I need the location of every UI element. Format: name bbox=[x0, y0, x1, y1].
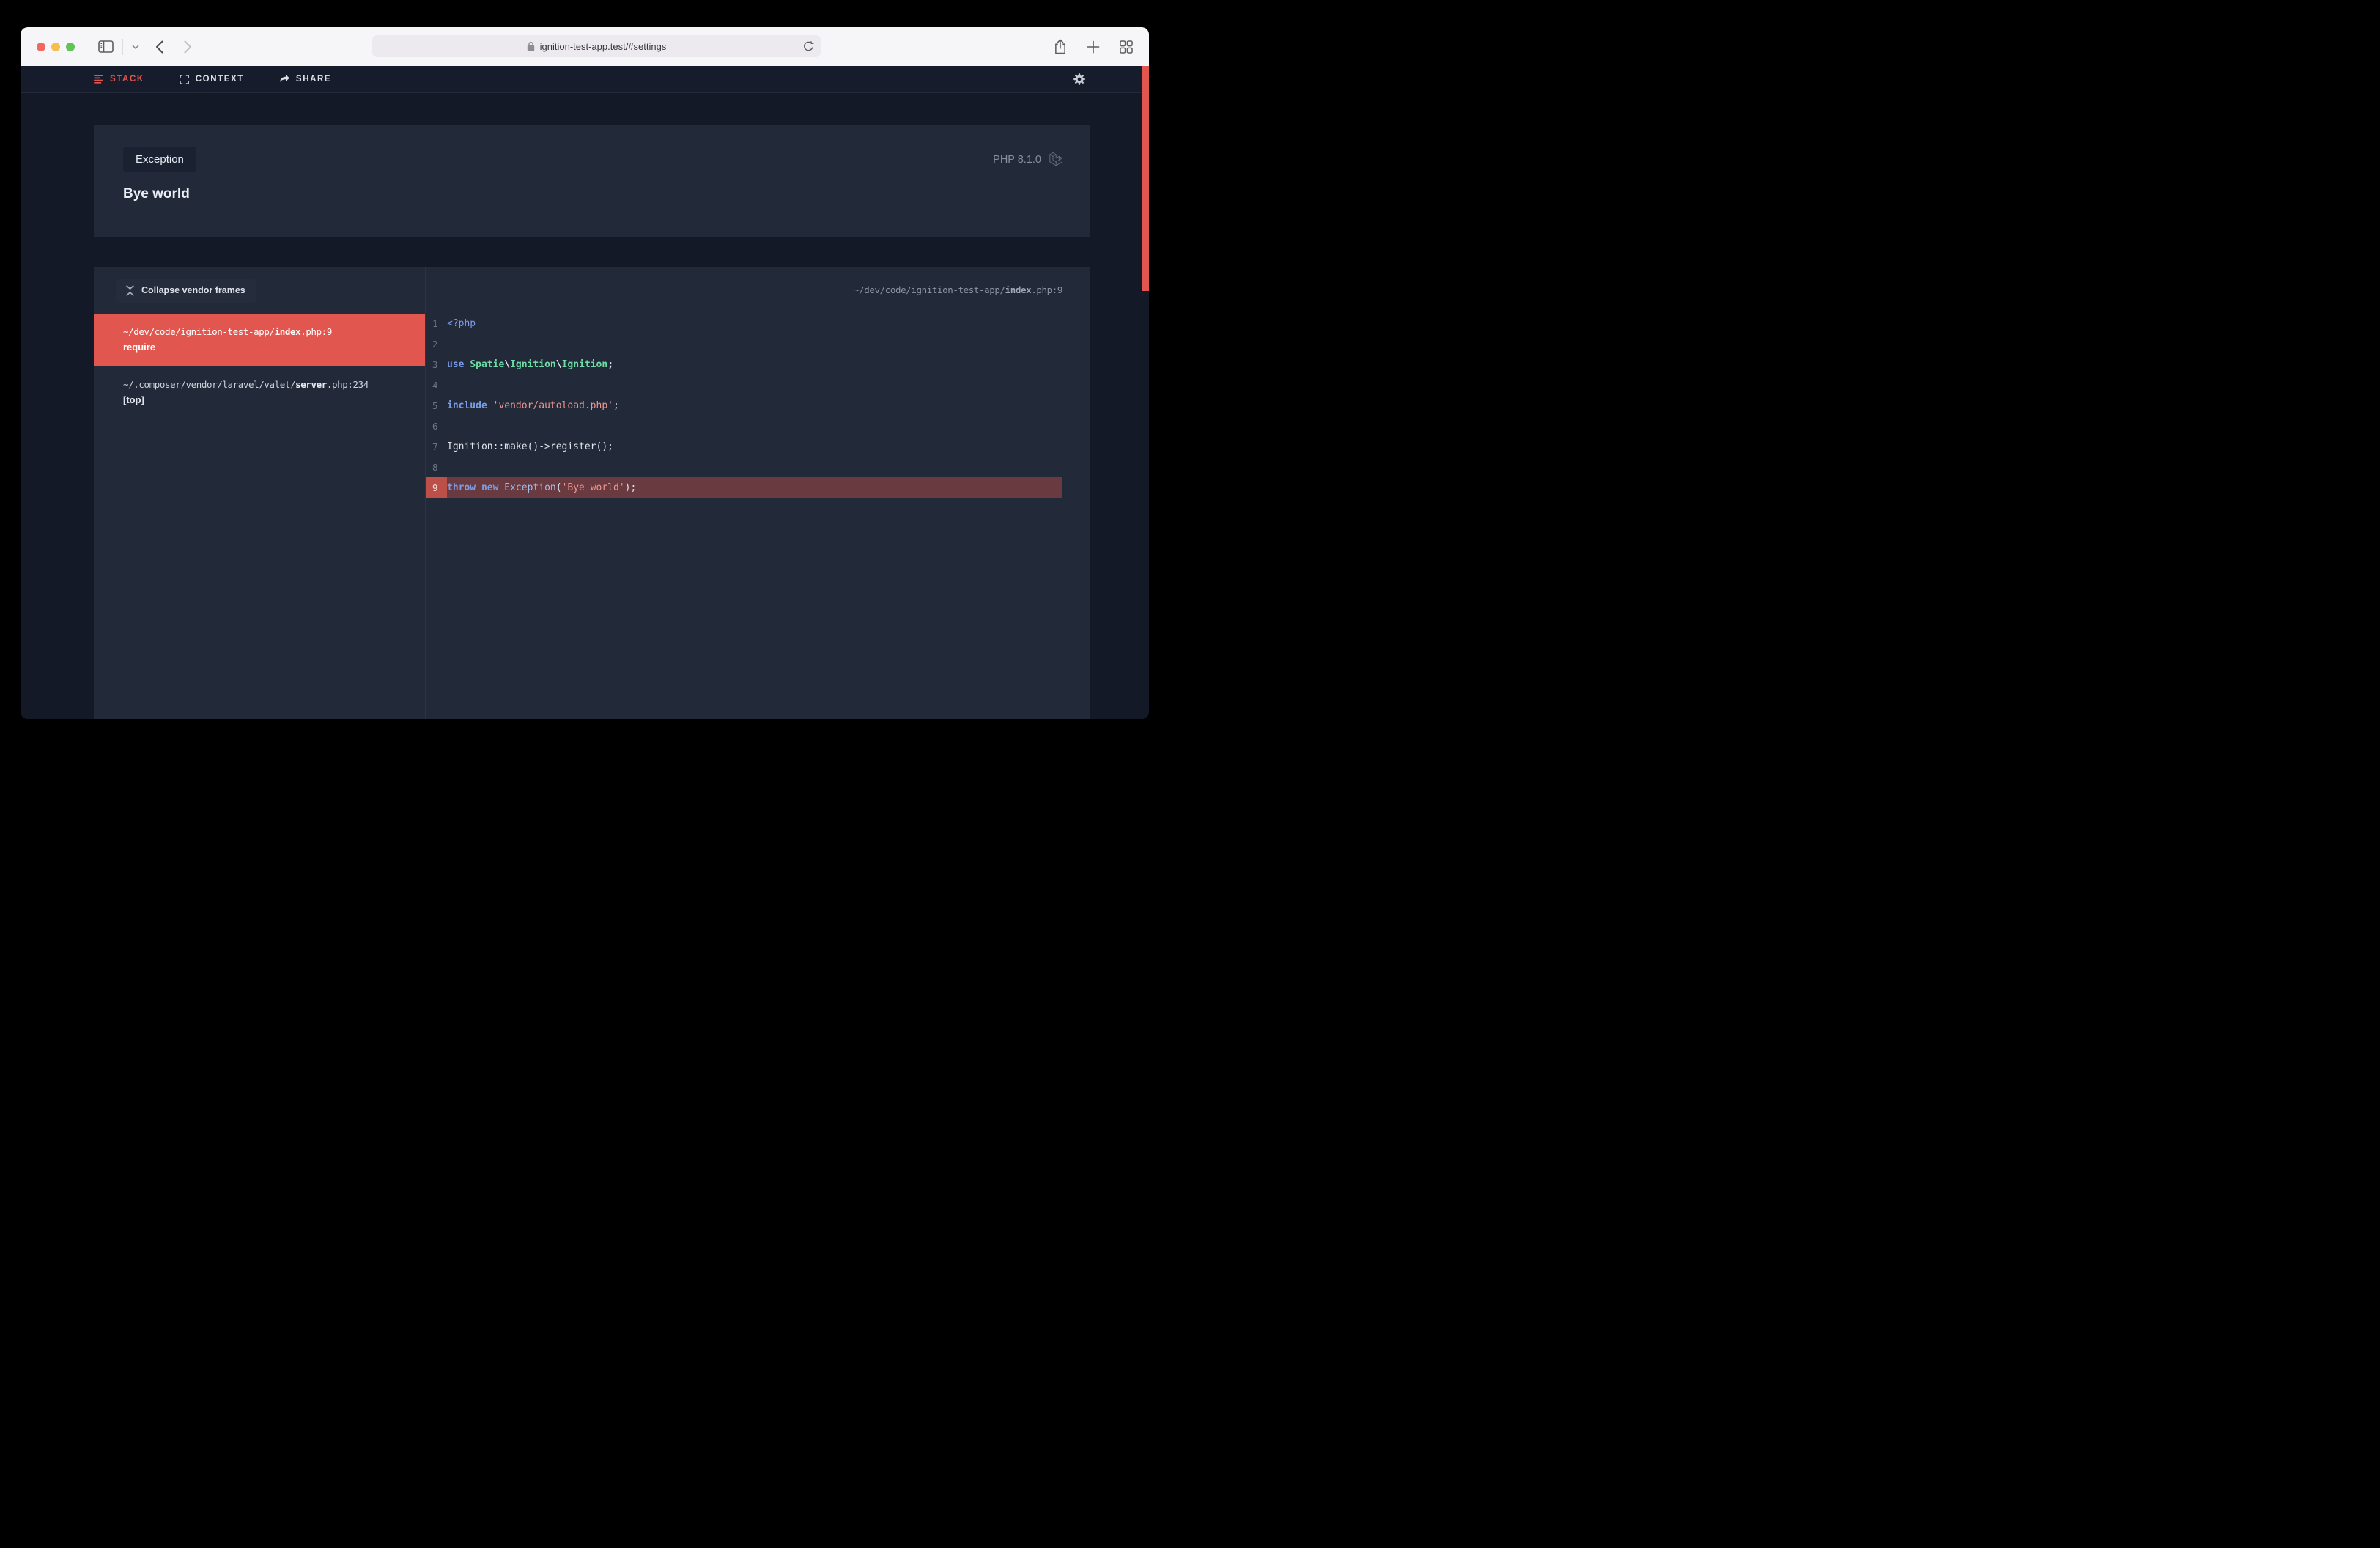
code-line-2: 2 bbox=[426, 333, 1090, 354]
collapse-label: Collapse vendor frames bbox=[141, 285, 245, 295]
forward-button[interactable] bbox=[184, 40, 192, 54]
share-page-button[interactable] bbox=[1054, 39, 1067, 54]
stack-header: Collapse vendor frames bbox=[94, 267, 425, 314]
code-line-1: 1<?php bbox=[426, 313, 1090, 333]
page-content: Exception PHP 8.1.0 Bye world bbox=[21, 93, 1149, 719]
share-icon bbox=[279, 75, 289, 84]
exception-type-badge: Exception bbox=[123, 147, 196, 172]
tab-context[interactable]: CONTEXT bbox=[180, 75, 244, 84]
stack-frame-index[interactable]: ~/dev/code/ignition-test-app/index.php:9… bbox=[94, 314, 425, 366]
zoom-window-button[interactable] bbox=[66, 43, 75, 51]
export-share-icon bbox=[1054, 39, 1067, 54]
line-code: use Spatie\Ignition\Ignition; bbox=[447, 359, 613, 370]
line-number: 6 bbox=[426, 416, 447, 436]
code-line-6: 6 bbox=[426, 416, 1090, 436]
browser-window: ignition-test-app.test/#settings STACK CO… bbox=[21, 27, 1149, 719]
sidebar-chevron-button[interactable] bbox=[132, 45, 139, 49]
tab-label: STACK bbox=[110, 75, 144, 84]
line-number: 9 bbox=[426, 477, 447, 498]
line-code: Ignition::make()->register(); bbox=[447, 441, 613, 452]
error-card: Exception PHP 8.1.0 Bye world bbox=[94, 125, 1090, 237]
plus-icon bbox=[1087, 40, 1100, 54]
line-number: 1 bbox=[426, 313, 447, 333]
reload-icon bbox=[803, 41, 814, 52]
minimize-window-button[interactable] bbox=[51, 43, 60, 51]
line-code: include 'vendor/autoload.php'; bbox=[447, 400, 619, 411]
reload-button[interactable] bbox=[803, 41, 814, 52]
stack-icon bbox=[94, 75, 103, 84]
stack-trace-panel: Collapse vendor frames ~/dev/code/igniti… bbox=[94, 267, 426, 719]
lock-icon bbox=[527, 41, 535, 51]
back-arrow-icon bbox=[155, 40, 163, 54]
code-line-3: 3use Spatie\Ignition\Ignition; bbox=[426, 354, 1090, 375]
line-number: 2 bbox=[426, 333, 447, 354]
chevron-down-icon bbox=[132, 45, 139, 49]
tab-label: SHARE bbox=[296, 75, 331, 84]
toolbar-divider bbox=[122, 39, 123, 55]
error-message: Bye world bbox=[123, 186, 1061, 202]
line-number: 4 bbox=[426, 375, 447, 395]
url-text: ignition-test-app.test/#settings bbox=[540, 41, 667, 52]
address-bar[interactable]: ignition-test-app.test/#settings bbox=[372, 35, 821, 57]
tab-grid-icon bbox=[1120, 40, 1133, 54]
laravel-icon bbox=[1049, 152, 1064, 167]
frame-method: require bbox=[123, 341, 407, 354]
collapse-vendor-frames-button[interactable]: Collapse vendor frames bbox=[116, 279, 256, 303]
open-file-path: ~/dev/code/ignition-test-app/index.php:9 bbox=[426, 267, 1090, 295]
php-version: PHP 8.1.0 bbox=[993, 152, 1064, 167]
close-window-button[interactable] bbox=[37, 43, 45, 51]
tab-overview-button[interactable] bbox=[1120, 40, 1133, 54]
sidebar-toggle-button[interactable] bbox=[98, 40, 114, 53]
back-button[interactable] bbox=[155, 40, 163, 54]
php-version-text: PHP 8.1.0 bbox=[993, 154, 1041, 166]
debug-panels: Collapse vendor frames ~/dev/code/igniti… bbox=[94, 267, 1090, 719]
code-line-8: 8 bbox=[426, 457, 1090, 477]
frame-path: ~/.composer/vendor/laravel/valet/server.… bbox=[123, 377, 407, 391]
line-number: 5 bbox=[426, 395, 447, 416]
line-number: 7 bbox=[426, 436, 447, 457]
line-code: throw new Exception('Bye world'); bbox=[447, 482, 636, 493]
frame-method: [top] bbox=[123, 394, 407, 407]
line-number: 3 bbox=[426, 354, 447, 375]
code-line-5: 5include 'vendor/autoload.php'; bbox=[426, 395, 1090, 416]
new-tab-button[interactable] bbox=[1087, 40, 1100, 54]
ignition-nav: STACK CONTEXT SHARE bbox=[21, 66, 1149, 93]
code-preview-panel: ~/dev/code/ignition-test-app/index.php:9… bbox=[426, 267, 1090, 719]
forward-arrow-icon bbox=[184, 40, 192, 54]
stack-frame-server[interactable]: ~/.composer/vendor/laravel/valet/server.… bbox=[94, 366, 425, 419]
collapse-icon bbox=[126, 285, 134, 296]
line-number: 8 bbox=[426, 457, 447, 477]
code-line-7: 7Ignition::make()->register(); bbox=[426, 436, 1090, 457]
file-path-name: index bbox=[1005, 284, 1032, 295]
tab-stack[interactable]: STACK bbox=[94, 75, 144, 84]
tab-label: CONTEXT bbox=[196, 75, 244, 84]
context-icon bbox=[180, 75, 189, 84]
settings-button[interactable] bbox=[1073, 73, 1086, 86]
code-line-4: 4 bbox=[426, 375, 1090, 395]
gear-icon bbox=[1073, 73, 1086, 86]
window-controls bbox=[37, 43, 75, 51]
file-path-suffix: .php:9 bbox=[1031, 284, 1062, 295]
tab-share[interactable]: SHARE bbox=[279, 75, 331, 84]
sidebar-icon bbox=[98, 40, 114, 53]
code-line-9: 9throw new Exception('Bye world'); bbox=[426, 477, 1062, 498]
browser-toolbar: ignition-test-app.test/#settings bbox=[21, 27, 1149, 66]
page-scrollbar-thumb[interactable] bbox=[1142, 66, 1149, 291]
line-code: <?php bbox=[447, 318, 476, 329]
frame-path: ~/dev/code/ignition-test-app/index.php:9 bbox=[123, 325, 407, 339]
file-path-prefix: ~/dev/code/ignition-test-app/ bbox=[854, 284, 1005, 295]
